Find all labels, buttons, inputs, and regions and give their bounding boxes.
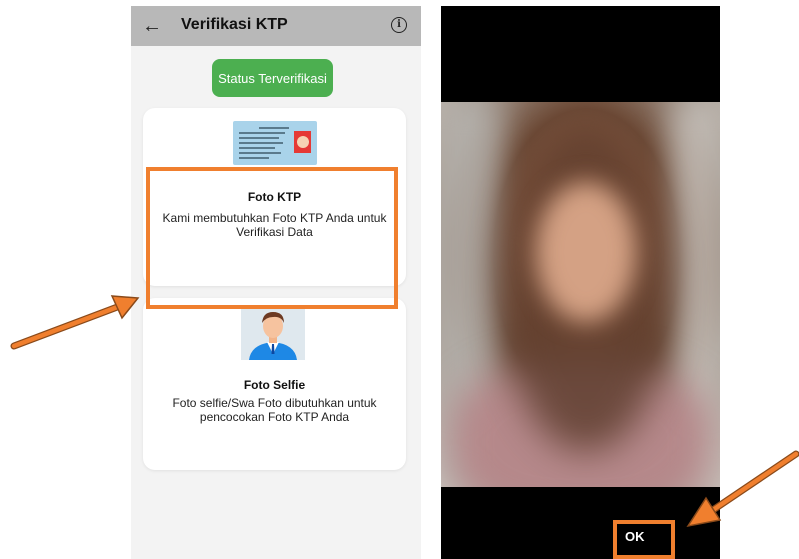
card-title: Foto Selfie xyxy=(243,378,306,392)
retry-button[interactable]: Retry xyxy=(62,529,95,544)
app-bar: ← Verifikasi KTP i xyxy=(131,6,421,46)
page-title: Verifikasi KTP xyxy=(181,16,288,33)
arrow-left-icon[interactable]: ← xyxy=(141,15,163,37)
pointer-arrow-right xyxy=(686,450,799,528)
ktp-card-highlight xyxy=(146,167,398,309)
selfie-photo-card[interactable]: Foto Selfie Foto selfie/Swa Foto dibutuh… xyxy=(143,298,406,470)
ok-button-highlight xyxy=(613,520,675,559)
selfie-avatar-illustration xyxy=(241,306,305,360)
card-description: Foto selfie/Swa Foto dibutuhkan untuk pe… xyxy=(172,396,377,424)
pointer-arrow-left xyxy=(10,295,140,350)
selfie-preview-image xyxy=(441,102,720,487)
camera-preview-screen xyxy=(441,6,720,559)
info-circle-icon[interactable]: i xyxy=(391,17,407,33)
ktp-card-illustration xyxy=(233,121,317,165)
status-badge[interactable]: Status Terverifikasi xyxy=(212,59,333,97)
